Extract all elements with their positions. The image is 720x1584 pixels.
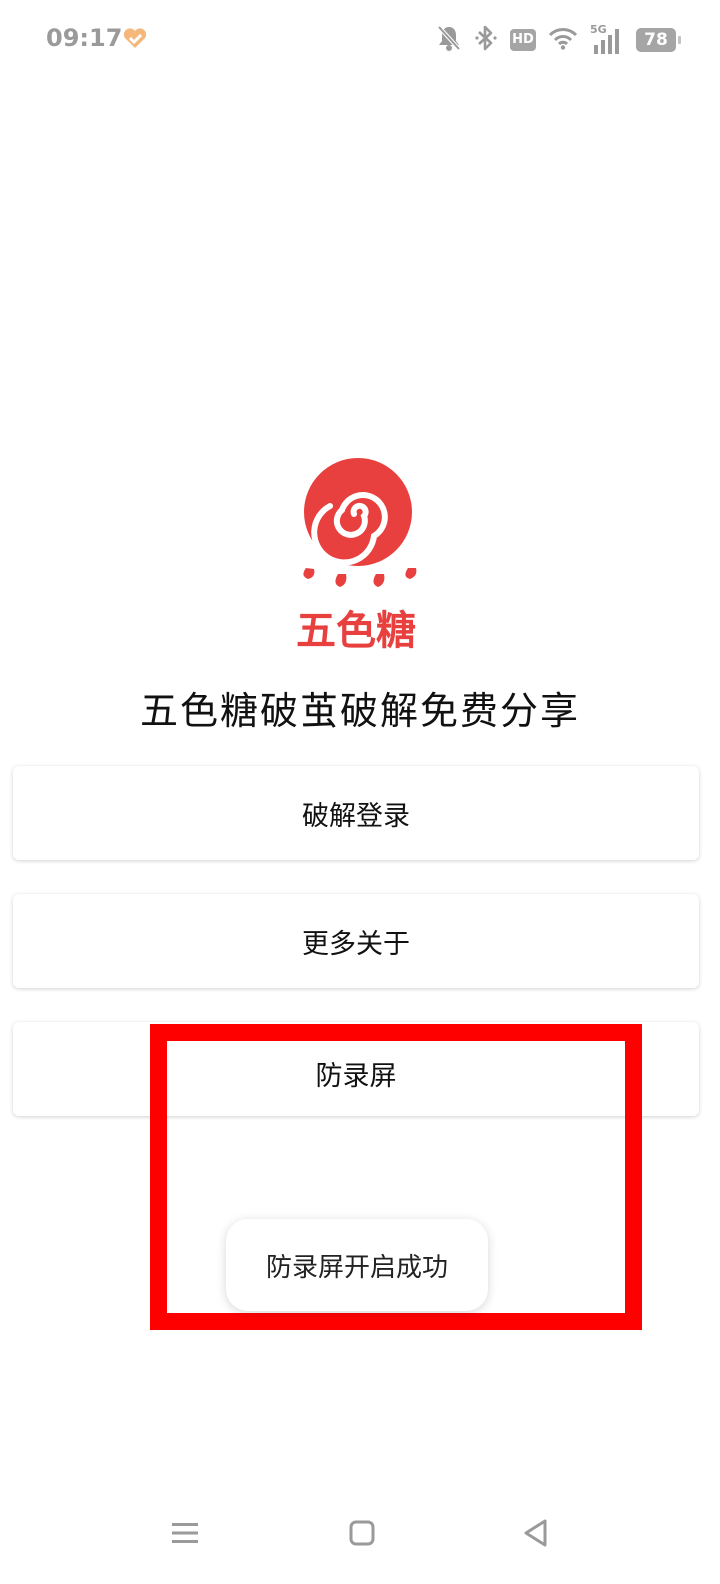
status-time: 09:17 bbox=[46, 24, 123, 52]
hd-icon: HD bbox=[510, 29, 536, 51]
navigation-bar bbox=[0, 1490, 720, 1584]
logo-text: 五色糖 bbox=[296, 608, 416, 654]
mute-bell-icon bbox=[436, 24, 462, 56]
status-bar: 09:17 HD 5G 78 bbox=[0, 0, 720, 80]
heart-app-icon bbox=[123, 28, 147, 48]
wifi-icon bbox=[548, 26, 578, 54]
battery-icon: 78 bbox=[636, 28, 681, 52]
more-about-button[interactable]: 更多关于 bbox=[13, 894, 699, 988]
signal-icon: 5G bbox=[590, 23, 624, 55]
home-icon[interactable] bbox=[332, 1508, 392, 1558]
app-logo: 五色糖 bbox=[296, 458, 417, 654]
menu-icon[interactable] bbox=[155, 1508, 215, 1558]
app-title: 五色糖破茧破解免费分享 bbox=[139, 689, 580, 733]
back-icon[interactable] bbox=[506, 1508, 566, 1558]
crack-login-button[interactable]: 破解登录 bbox=[13, 766, 699, 860]
toast-message: 防录屏开启成功 bbox=[226, 1219, 488, 1311]
bluetooth-icon bbox=[474, 24, 498, 56]
